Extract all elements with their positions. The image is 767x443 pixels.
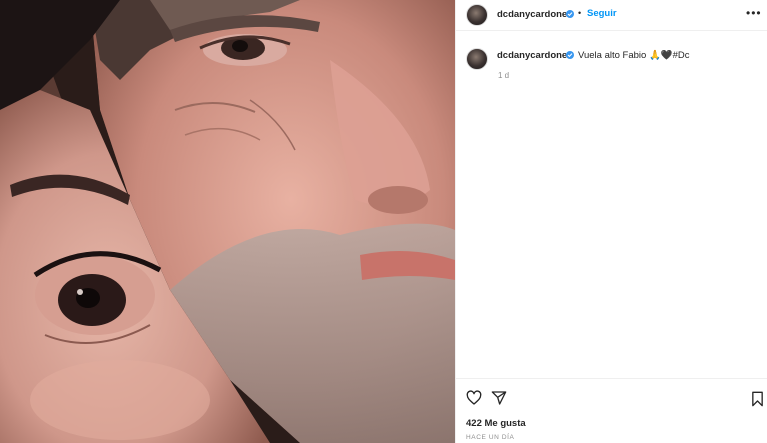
caption-username[interactable]: dcdanycardone xyxy=(497,50,567,61)
header-username[interactable]: dcdanycardone xyxy=(497,9,567,20)
verified-badge-icon xyxy=(566,10,574,18)
more-options-icon[interactable]: ••• xyxy=(746,6,762,20)
paper-plane-icon[interactable] xyxy=(491,390,507,411)
post-header: dcdanycardone • Seguir ••• xyxy=(456,0,767,31)
actions-divider xyxy=(456,378,767,379)
likes-count[interactable]: 422 Me gusta xyxy=(466,418,526,429)
comment-time: 1 d xyxy=(498,71,510,80)
separator: • xyxy=(578,8,582,18)
post-photo[interactable] xyxy=(0,0,455,443)
bookmark-icon[interactable] xyxy=(751,391,764,412)
post-age: HACE UN DÍA xyxy=(466,434,515,441)
caption-verified-badge-icon xyxy=(566,51,574,59)
follow-button[interactable]: Seguir xyxy=(587,8,617,19)
post-panel: dcdanycardone • Seguir ••• dcdanycardone… xyxy=(455,0,767,443)
caption-avatar[interactable] xyxy=(466,48,488,70)
post-photo-image xyxy=(0,0,455,443)
avatar[interactable] xyxy=(466,4,488,26)
caption-text: Vuela alto Fabio 🙏🖤#Dc xyxy=(578,50,690,61)
heart-icon[interactable] xyxy=(466,390,482,411)
